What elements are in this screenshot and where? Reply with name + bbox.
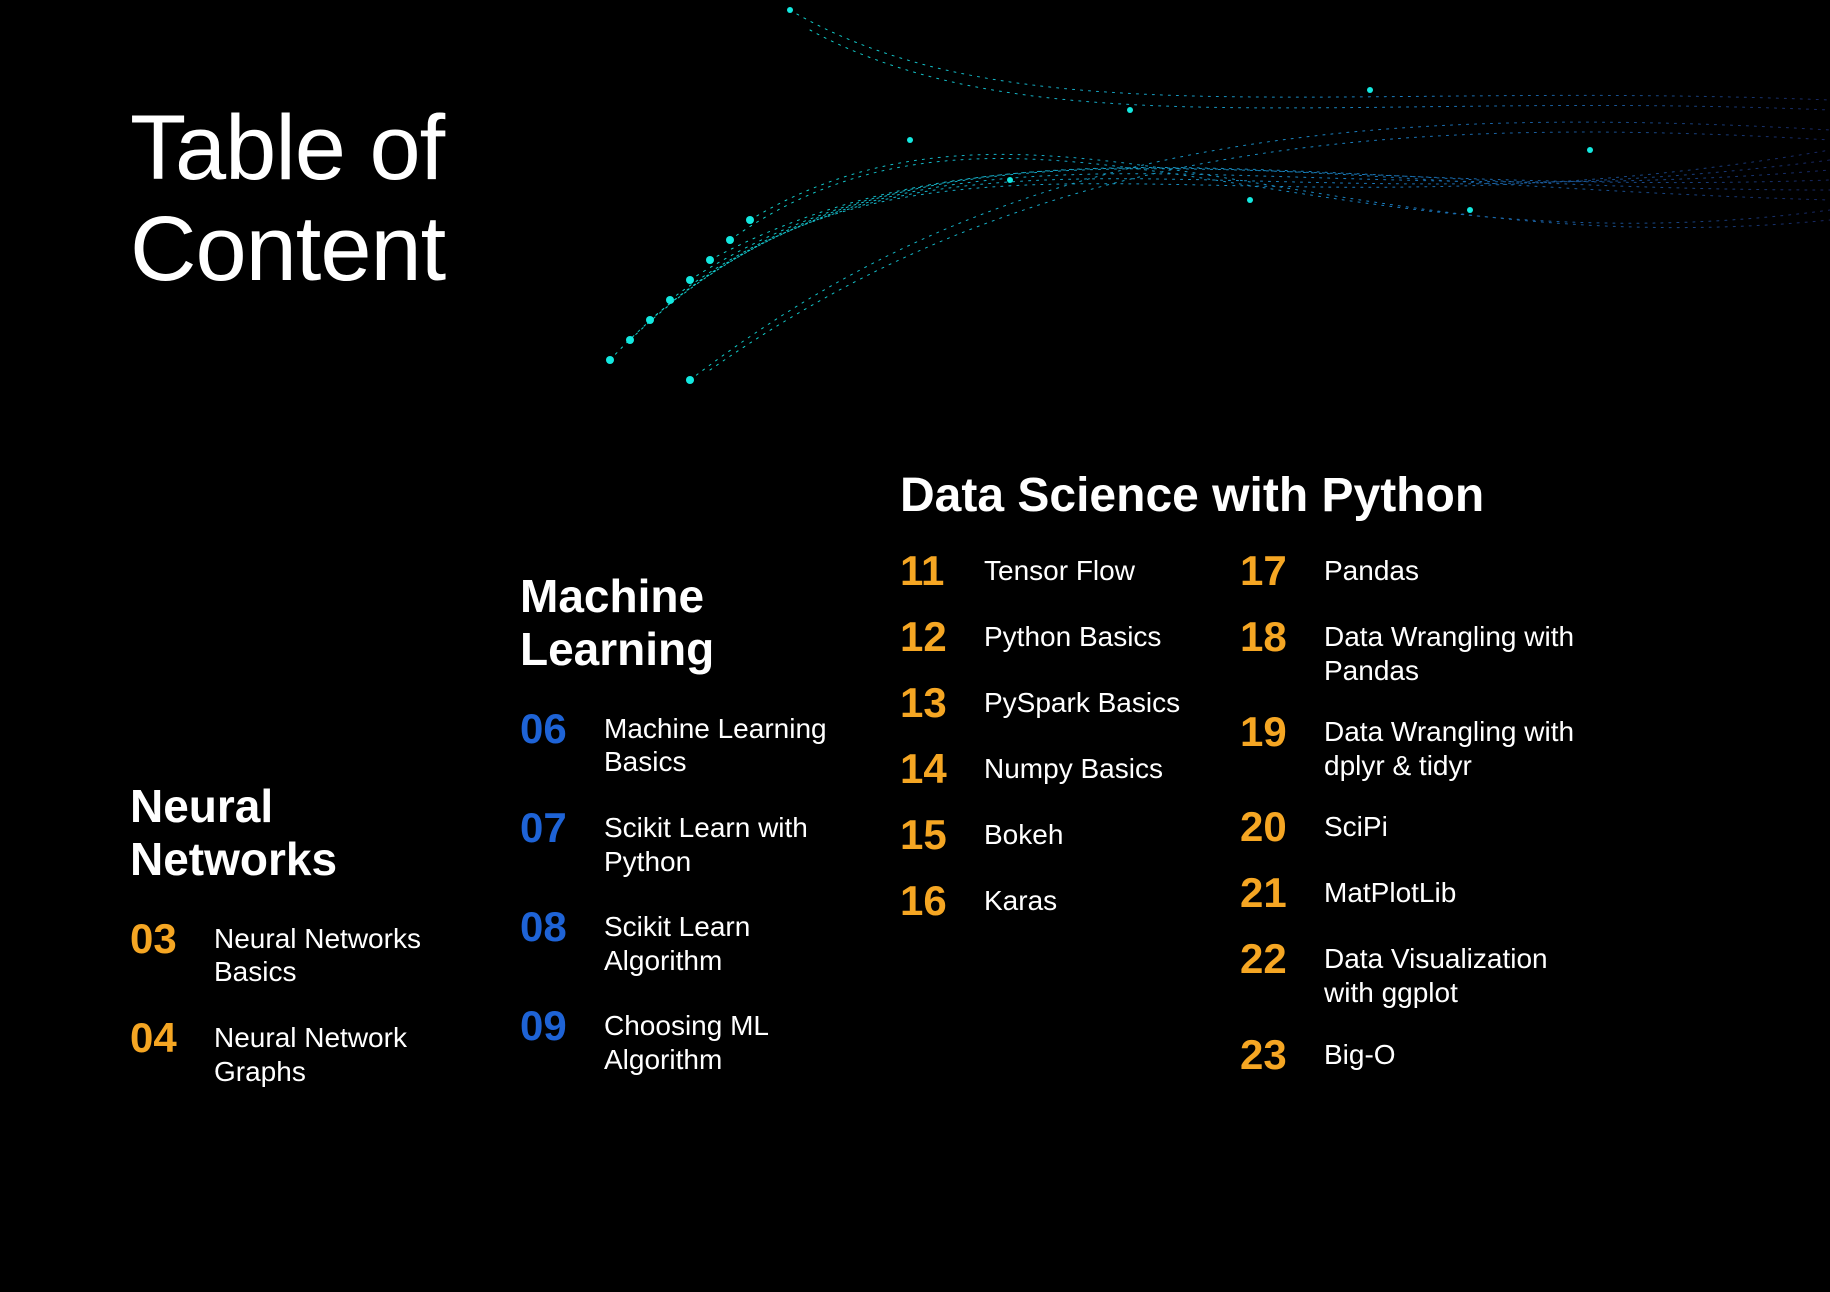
entry-label: SciPi bbox=[1324, 806, 1388, 844]
title-line-1: Table of bbox=[130, 98, 445, 199]
entry-number: 20 bbox=[1240, 806, 1302, 848]
section-data-science-col-a: 11 Tensor Flow 12 Python Basics 13 PySpa… bbox=[900, 550, 1220, 946]
entry-number: 12 bbox=[900, 616, 962, 658]
section-neural-networks: Neural Networks 03 Neural Networks Basic… bbox=[130, 780, 460, 1116]
section-heading-ds: Data Science with Python bbox=[900, 468, 1484, 523]
toc-entry: 17 Pandas bbox=[1240, 550, 1600, 592]
entry-label: Big-O bbox=[1324, 1034, 1396, 1072]
page-title: Table of Content bbox=[130, 98, 445, 300]
title-line-2: Content bbox=[130, 199, 445, 300]
section-heading-nn: Neural Networks bbox=[130, 780, 460, 886]
entry-label: Bokeh bbox=[984, 814, 1063, 852]
section-machine-learning: Machine Learning 06 Machine Learning Bas… bbox=[520, 570, 840, 1105]
entry-number: 07 bbox=[520, 807, 582, 849]
toc-entry: 04 Neural Network Graphs bbox=[130, 1017, 460, 1088]
toc-entry: 23 Big-O bbox=[1240, 1034, 1600, 1076]
entry-number: 23 bbox=[1240, 1034, 1302, 1076]
entry-number: 22 bbox=[1240, 938, 1302, 980]
entry-label: PySpark Basics bbox=[984, 682, 1180, 720]
toc-entry: 20 SciPi bbox=[1240, 806, 1600, 848]
entry-label: Data Visualization with ggplot bbox=[1324, 938, 1600, 1009]
entry-number: 13 bbox=[900, 682, 962, 724]
toc-entry: 06 Machine Learning Basics bbox=[520, 708, 840, 779]
entry-number: 09 bbox=[520, 1005, 582, 1047]
entry-label: MatPlotLib bbox=[1324, 872, 1456, 910]
entry-number: 19 bbox=[1240, 711, 1302, 753]
entry-label: Scikit Learn Algorithm bbox=[604, 906, 840, 977]
entry-label: Neural Network Graphs bbox=[214, 1017, 460, 1088]
entry-number: 18 bbox=[1240, 616, 1302, 658]
entry-label: Data Wrangling with dplyr & tidyr bbox=[1324, 711, 1600, 782]
page: Table of Content Neural Networks 03 Neur… bbox=[0, 0, 1830, 1292]
entry-number: 11 bbox=[900, 550, 962, 592]
section-heading-ml: Machine Learning bbox=[520, 570, 840, 676]
toc-entry: 13 PySpark Basics bbox=[900, 682, 1220, 724]
entry-label: Scikit Learn with Python bbox=[604, 807, 840, 878]
toc-entry: 21 MatPlotLib bbox=[1240, 872, 1600, 914]
entry-label: Tensor Flow bbox=[984, 550, 1135, 588]
toc-entry: 16 Karas bbox=[900, 880, 1220, 922]
entry-label: Pandas bbox=[1324, 550, 1419, 588]
toc-entry: 07 Scikit Learn with Python bbox=[520, 807, 840, 878]
toc-entry: 11 Tensor Flow bbox=[900, 550, 1220, 592]
entry-label: Neural Networks Basics bbox=[214, 918, 460, 989]
entry-number: 14 bbox=[900, 748, 962, 790]
toc-entry: 19 Data Wrangling with dplyr & tidyr bbox=[1240, 711, 1600, 782]
entry-number: 16 bbox=[900, 880, 962, 922]
toc-entry: 12 Python Basics bbox=[900, 616, 1220, 658]
entry-label: Choosing ML Algorithm bbox=[604, 1005, 840, 1076]
entry-number: 21 bbox=[1240, 872, 1302, 914]
toc-entry: 18 Data Wrangling with Pandas bbox=[1240, 616, 1600, 687]
toc-entry: 09 Choosing ML Algorithm bbox=[520, 1005, 840, 1076]
entry-number: 03 bbox=[130, 918, 192, 960]
entry-number: 08 bbox=[520, 906, 582, 948]
wave-decoration bbox=[490, 0, 1830, 400]
toc-entry: 08 Scikit Learn Algorithm bbox=[520, 906, 840, 977]
section-data-science-col-b: 17 Pandas 18 Data Wrangling with Pandas … bbox=[1240, 550, 1600, 1100]
toc-entry: 22 Data Visualization with ggplot bbox=[1240, 938, 1600, 1009]
toc-entry: 15 Bokeh bbox=[900, 814, 1220, 856]
entry-label: Karas bbox=[984, 880, 1057, 918]
entry-label: Python Basics bbox=[984, 616, 1161, 654]
entry-label: Numpy Basics bbox=[984, 748, 1163, 786]
toc-entry: 14 Numpy Basics bbox=[900, 748, 1220, 790]
entry-label: Data Wrangling with Pandas bbox=[1324, 616, 1600, 687]
entry-number: 17 bbox=[1240, 550, 1302, 592]
entry-label: Machine Learning Basics bbox=[604, 708, 840, 779]
toc-entry: 03 Neural Networks Basics bbox=[130, 918, 460, 989]
entry-number: 15 bbox=[900, 814, 962, 856]
entry-number: 06 bbox=[520, 708, 582, 750]
entry-number: 04 bbox=[130, 1017, 192, 1059]
